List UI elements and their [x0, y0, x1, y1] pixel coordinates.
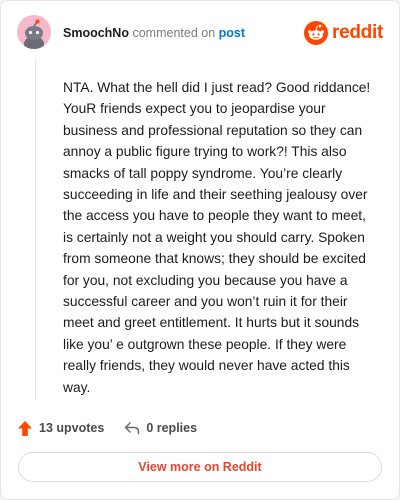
- reply-count: 0 replies: [146, 421, 198, 435]
- reddit-brand[interactable]: reddit: [304, 20, 383, 46]
- comment-meta: SmoochNo commented on post: [63, 26, 245, 40]
- replies-button[interactable]: 0 replies: [124, 421, 197, 435]
- snoo-avatar-icon[interactable]: [17, 15, 51, 49]
- action-text: commented on: [132, 26, 216, 40]
- reply-arrow-icon: [125, 422, 140, 435]
- comment-embed-card: SmoochNo commented on post reddit NTA. W…: [0, 0, 400, 500]
- thread-line: [35, 59, 36, 399]
- username-link[interactable]: SmoochNo: [63, 26, 129, 40]
- upvote-arrow-icon: [18, 420, 32, 436]
- post-link[interactable]: post: [219, 26, 245, 40]
- comment-actions: 13 upvotes 0 replies: [17, 417, 217, 439]
- view-more-button[interactable]: View more on Reddit: [18, 452, 382, 482]
- upvote-button[interactable]: 13 upvotes: [17, 420, 104, 437]
- brand-wordmark: reddit: [332, 22, 383, 43]
- comment-body: NTA. What the hell did I just read? Good…: [63, 80, 371, 395]
- upvote-count: 13 upvotes: [39, 421, 105, 435]
- comment-header: SmoochNo commented on post reddit: [17, 15, 383, 51]
- reddit-logo-icon: [304, 21, 329, 45]
